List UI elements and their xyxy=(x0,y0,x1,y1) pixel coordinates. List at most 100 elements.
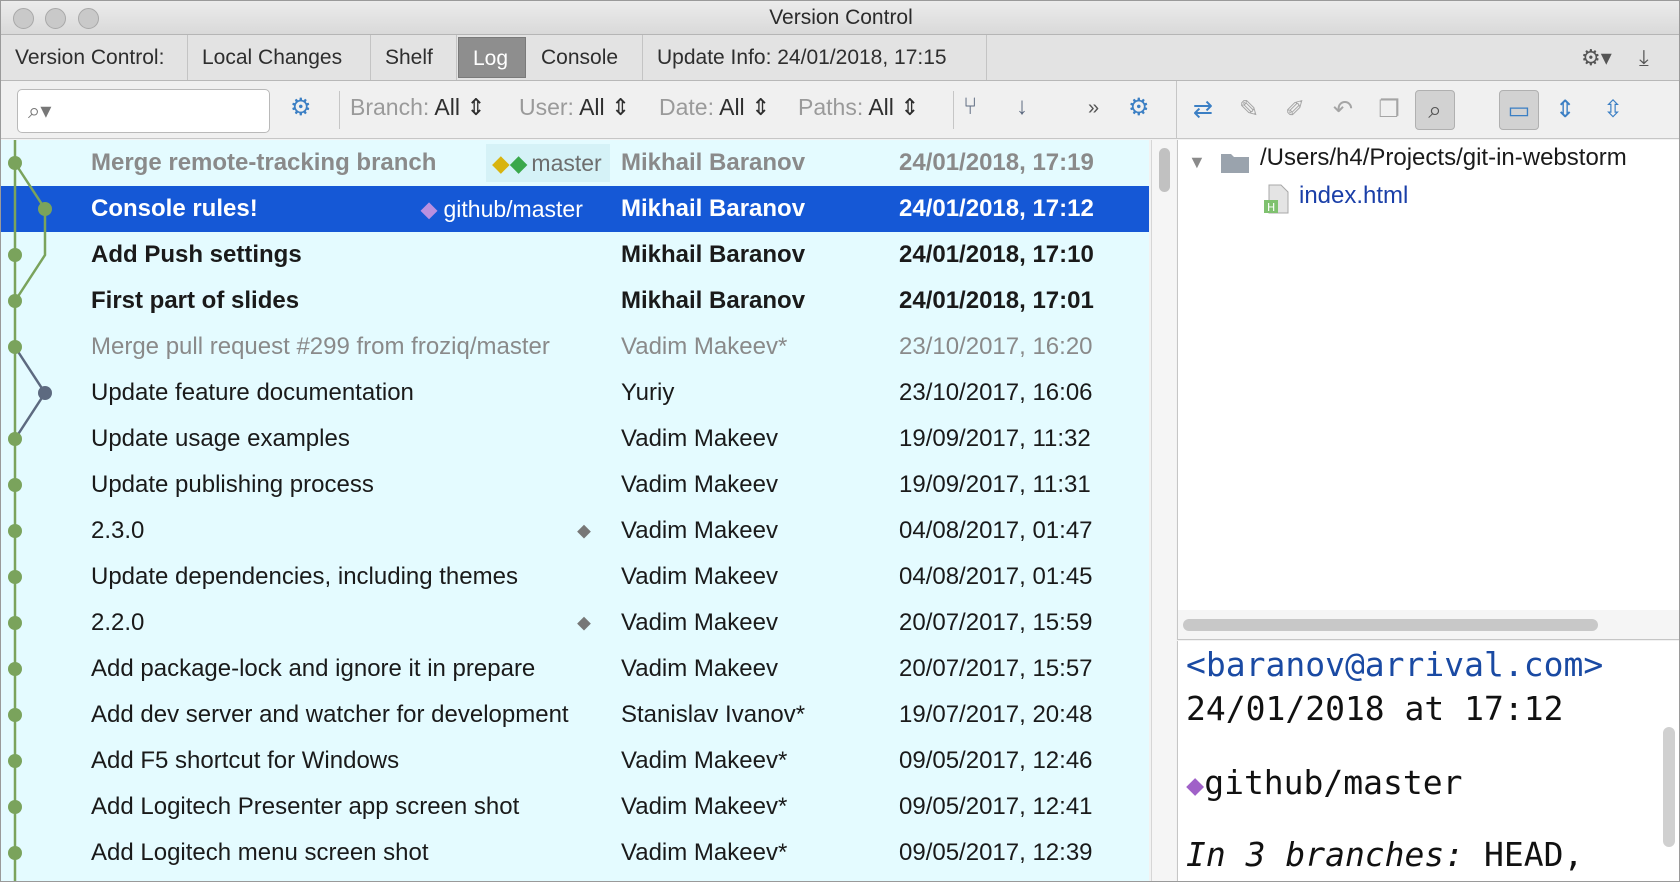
table-row[interactable]: Add F5 shortcut for Windows Vadim Makeev… xyxy=(1,738,1149,784)
revert-icon[interactable]: ↶ xyxy=(1323,90,1363,130)
window-title: Version Control xyxy=(769,6,913,29)
commit-date: 20/07/2017, 15:57 xyxy=(899,655,1093,682)
tag-icon: ⬥ xyxy=(577,612,591,634)
log-settings-gear-icon[interactable]: ⚙ xyxy=(1128,93,1150,122)
separator xyxy=(953,91,954,129)
commit-log-table: Merge remote-tracking branch ◆◆ master Mi… xyxy=(1,140,1149,881)
commit-subject: Add package-lock and ignore it in prepar… xyxy=(91,655,536,682)
table-row[interactable]: Add dev server and watcher for developme… xyxy=(1,692,1149,738)
tab-shelf[interactable]: Shelf xyxy=(371,35,457,80)
scrollbar-thumb[interactable] xyxy=(1159,148,1170,192)
commit-author: Yuriy xyxy=(621,379,675,406)
commit-author: Vadim Makeev xyxy=(621,517,778,544)
table-row[interactable]: Merge remote-tracking branch ◆◆ master Mi… xyxy=(1,140,1149,186)
tag-icon: ⬥ xyxy=(577,520,591,542)
go-to-head-icon[interactable]: ↓ xyxy=(1016,93,1028,121)
tab-local-changes[interactable]: Local Changes xyxy=(188,35,371,80)
apply-patch-icon[interactable]: ✐ xyxy=(1275,90,1315,130)
commit-subject: Update dependencies, including themes xyxy=(91,563,518,590)
title-bar: Version Control xyxy=(1,1,1679,35)
table-row[interactable]: Merge pull request #299 from froziq/mast… xyxy=(1,324,1149,370)
table-row[interactable]: Add Logitech Presenter app screen shot V… xyxy=(1,784,1149,830)
branch-graph-icon[interactable]: ⑂ xyxy=(963,93,977,121)
collapse-all-icon[interactable]: ⇳ xyxy=(1593,90,1633,130)
table-row[interactable]: Update feature documentation Yuriy 23/10… xyxy=(1,370,1149,416)
author-email[interactable]: <baranov@arrival.com> xyxy=(1186,645,1603,684)
search-icon: ⌕▾ xyxy=(28,98,52,123)
commit-date: 23/10/2017, 16:20 xyxy=(899,333,1093,360)
version-control-window: Version Control Version Control: Local C… xyxy=(0,0,1680,882)
chevron-updown-icon: ⇕ xyxy=(900,94,920,120)
table-row[interactable]: Add Push settings Mikhail Baranov 24/01/… xyxy=(1,232,1149,278)
commit-author: Vadim Makeev xyxy=(621,563,778,590)
paths-filter[interactable]: Paths: All ⇕ xyxy=(798,94,920,121)
hide-panel-icon[interactable]: ⤓ xyxy=(1639,45,1649,71)
table-row[interactable]: First part of slides Mikhail Baranov 24/… xyxy=(1,278,1149,324)
more-actions-icon[interactable]: » xyxy=(1088,97,1099,120)
tab-log[interactable]: Log xyxy=(458,37,526,78)
commit-author: Stanislav Ivanov* xyxy=(621,701,806,728)
gear-menu-icon[interactable]: ⚙▾ xyxy=(1581,45,1612,71)
containing-branches: In 3 branches: HEAD, xyxy=(1186,835,1584,874)
expand-all-icon[interactable]: ⇕ xyxy=(1545,90,1585,130)
diff-arrows-icon[interactable]: ⇄ xyxy=(1183,90,1223,130)
commit-subject: Update usage examples xyxy=(91,425,350,452)
tag-icon: ◆ xyxy=(492,150,510,176)
branch-ref-label: ◆◆ master xyxy=(486,144,610,182)
log-scrollbar[interactable] xyxy=(1151,140,1176,881)
settings-gear-icon[interactable]: ⚙ xyxy=(290,93,312,122)
folder-icon xyxy=(1221,154,1249,173)
commit-date: 24/01/2018, 17:01 xyxy=(899,287,1094,314)
table-row[interactable]: 2.2.0 ⬥ Vadim Makeev 20/07/2017, 15:59 xyxy=(1,600,1149,646)
html-file-icon: H xyxy=(1264,184,1289,214)
date-filter[interactable]: Date: All ⇕ xyxy=(659,94,770,121)
commit-author: Mikhail Baranov xyxy=(621,241,806,268)
commit-subject: Add F5 shortcut for Windows xyxy=(91,747,400,774)
commit-date: 19/09/2017, 11:31 xyxy=(899,471,1091,498)
commit-subject: Merge pull request #299 from froziq/mast… xyxy=(91,333,550,360)
commit-author: Vadim Makeev xyxy=(621,655,778,682)
group-by-directory-icon[interactable]: ▭ xyxy=(1499,90,1539,130)
branch-filter[interactable]: Branch: All ⇕ xyxy=(350,94,486,121)
commit-date: 19/07/2017, 20:48 xyxy=(899,701,1093,728)
commit-author: Vadim Makeev* xyxy=(621,839,788,866)
collapse-triangle-icon[interactable]: ▼ xyxy=(1188,152,1206,173)
commit-date: 09/05/2017, 12:41 xyxy=(899,793,1093,820)
commit-subject: Add Push settings xyxy=(91,241,302,268)
table-row-selected[interactable]: Console rules! ⬥ github/master Mikhail B… xyxy=(1,186,1149,232)
root-path[interactable]: /Users/h4/Projects/git-in-webstorm xyxy=(1260,144,1627,172)
commit-subject: Add Logitech Presenter app screen shot xyxy=(91,793,520,820)
tree-horizontal-scrollbar[interactable] xyxy=(1177,610,1679,640)
table-row[interactable]: Add package-lock and ignore it in prepar… xyxy=(1,646,1149,692)
copy-revision-icon[interactable]: ❐ xyxy=(1369,90,1409,130)
commit-author: Vadim Makeev* xyxy=(621,333,788,360)
table-row[interactable]: Add Logitech menu screen shot Vadim Make… xyxy=(1,830,1149,876)
edit-source-icon[interactable]: ✎ xyxy=(1229,90,1269,130)
commit-date: 24/01/2018, 17:10 xyxy=(899,241,1094,268)
details-scrollbar-thumb[interactable] xyxy=(1663,727,1675,847)
table-row[interactable]: Update publishing process Vadim Makeev 1… xyxy=(1,462,1149,508)
svg-text:H: H xyxy=(1267,201,1275,214)
file-item[interactable]: index.html xyxy=(1299,182,1408,210)
commit-subject: Add Logitech menu screen shot xyxy=(91,839,429,866)
commit-author: Vadim Makeev xyxy=(621,609,778,636)
tabs-label: Version Control: xyxy=(1,35,188,80)
commit-subject: Add dev server and watcher for developme… xyxy=(91,701,569,728)
tag-icon: ◆ xyxy=(509,150,528,176)
changes-toolbar: ⇄ ✎ ✐ ↶ ❐ ⌕ ▭ ⇕ ⇳ xyxy=(1176,81,1679,139)
search-input[interactable]: ⌕▾ xyxy=(17,89,270,133)
preview-diff-icon[interactable]: ⌕ xyxy=(1415,90,1455,130)
user-filter[interactable]: User: All ⇕ xyxy=(519,94,630,121)
commit-subject: Update feature documentation xyxy=(91,379,414,406)
tab-console[interactable]: Console xyxy=(527,35,643,80)
commit-details-pane: <baranov@arrival.com> 24/01/2018 at 17:1… xyxy=(1177,641,1679,881)
commit-subject: First part of slides xyxy=(91,287,300,314)
log-toolbar: ⌕▾ ⚙ Branch: All ⇕ User: All ⇕ Date: All… xyxy=(1,81,1176,139)
table-row[interactable]: Update dependencies, including themes Va… xyxy=(1,554,1149,600)
commit-subject: 2.3.0 xyxy=(91,517,145,544)
table-row[interactable]: Update usage examples Vadim Makeev 19/09… xyxy=(1,416,1149,462)
tab-update-info[interactable]: Update Info: 24/01/2018, 17:15 xyxy=(643,35,987,80)
scrollbar-thumb[interactable] xyxy=(1183,619,1598,631)
table-row[interactable]: 2.3.0 ⬥ Vadim Makeev 04/08/2017, 01:47 xyxy=(1,508,1149,554)
commit-author: Vadim Makeev xyxy=(621,425,778,452)
